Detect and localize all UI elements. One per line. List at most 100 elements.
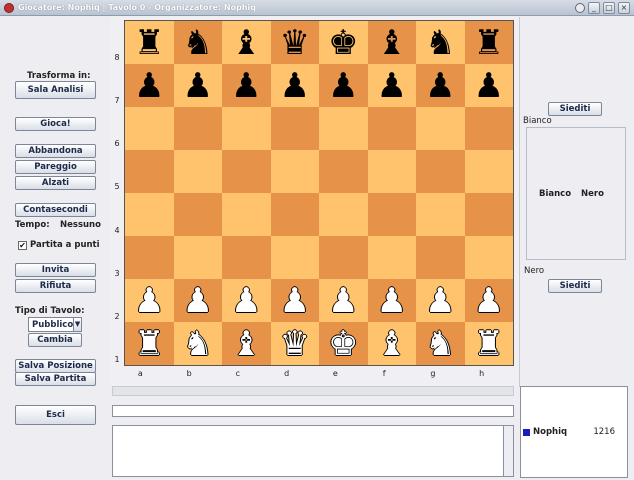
chess-piece-icon[interactable]: ♟: [134, 69, 164, 103]
sit-bottom-button[interactable]: Siediti: [548, 279, 602, 293]
square-e8[interactable]: ♚: [319, 21, 368, 64]
square-e1[interactable]: ♚: [319, 322, 368, 365]
square-e5[interactable]: [319, 150, 368, 193]
chess-piece-icon[interactable]: ♟: [231, 284, 261, 318]
chess-board[interactable]: ♜ ♞ ♝ ♛ ♚ ♝ ♞ ♜ ♟ ♟ ♟ ♟ ♟ ♟ ♟ ♟ ♟ ♟ ♟ ♟ ♟ ♟ ♟ ♟ ♜ ♞ ♝ ♛ ♚ ♝ ♞ ♜: [124, 20, 514, 366]
chess-piece-icon[interactable]: ♜: [474, 26, 504, 60]
invite-button[interactable]: Invita: [15, 263, 96, 277]
square-d3[interactable]: [270, 236, 319, 279]
square-h4[interactable]: [464, 193, 513, 236]
square-g8[interactable]: ♞: [416, 21, 465, 64]
play-button[interactable]: Gioca!: [15, 117, 96, 131]
square-a3[interactable]: [125, 236, 174, 279]
square-g2[interactable]: ♟: [416, 279, 465, 322]
square-c5[interactable]: [222, 150, 271, 193]
square-f8[interactable]: ♝: [367, 21, 416, 64]
square-f4[interactable]: [367, 193, 416, 236]
square-c2[interactable]: ♟: [222, 279, 271, 322]
chess-piece-icon[interactable]: ♛: [280, 26, 310, 60]
chess-piece-icon[interactable]: ♟: [377, 69, 407, 103]
square-h1[interactable]: ♜: [464, 322, 513, 365]
chess-piece-icon[interactable]: ♟: [474, 284, 504, 318]
square-b7[interactable]: ♟: [173, 64, 222, 107]
change-button[interactable]: Cambia: [28, 333, 82, 347]
square-g1[interactable]: ♞: [416, 322, 465, 365]
users-list[interactable]: Nophiq 1216: [520, 386, 628, 478]
square-a1[interactable]: ♜: [125, 322, 174, 365]
chess-piece-icon[interactable]: ♝: [231, 327, 261, 361]
square-c7[interactable]: ♟: [222, 64, 271, 107]
square-e3[interactable]: [319, 236, 368, 279]
square-d2[interactable]: ♟: [270, 279, 319, 322]
minimize-button[interactable]: _: [588, 1, 600, 14]
chess-piece-icon[interactable]: ♞: [425, 327, 455, 361]
stand-up-button[interactable]: Alzati: [15, 176, 96, 190]
square-h7[interactable]: ♟: [464, 64, 513, 107]
chess-piece-icon[interactable]: ♟: [183, 69, 213, 103]
chess-piece-icon[interactable]: ♝: [231, 26, 261, 60]
square-f2[interactable]: ♟: [367, 279, 416, 322]
rated-game-option[interactable]: ✔ Partita a punti: [18, 240, 100, 250]
chess-piece-icon[interactable]: ♞: [425, 26, 455, 60]
maximize-button[interactable]: □: [603, 1, 615, 14]
analysis-room-button[interactable]: Sala Analisi: [15, 81, 96, 99]
square-f1[interactable]: ♝: [367, 322, 416, 365]
chess-piece-icon[interactable]: ♟: [280, 69, 310, 103]
chess-piece-icon[interactable]: ♚: [328, 327, 358, 361]
square-b4[interactable]: [173, 193, 222, 236]
square-a7[interactable]: ♟: [125, 64, 174, 107]
square-e7[interactable]: ♟: [319, 64, 368, 107]
chess-piece-icon[interactable]: ♟: [328, 69, 358, 103]
square-c1[interactable]: ♝: [222, 322, 271, 365]
square-b3[interactable]: [173, 236, 222, 279]
user-row[interactable]: Nophiq 1216: [523, 427, 625, 437]
table-type-select[interactable]: Pubblico ▼: [28, 317, 82, 332]
chess-piece-icon[interactable]: ♟: [425, 284, 455, 318]
refuse-button[interactable]: Rifiuta: [15, 279, 96, 293]
save-game-button[interactable]: Salva Partita: [15, 372, 96, 386]
chess-piece-icon[interactable]: ♜: [474, 327, 504, 361]
square-e2[interactable]: ♟: [319, 279, 368, 322]
square-g6[interactable]: [416, 107, 465, 150]
square-d5[interactable]: [270, 150, 319, 193]
chess-piece-icon[interactable]: ♟: [134, 284, 164, 318]
square-g5[interactable]: [416, 150, 465, 193]
square-f6[interactable]: [367, 107, 416, 150]
square-d6[interactable]: [270, 107, 319, 150]
rated-game-checkbox[interactable]: ✔: [18, 240, 27, 250]
square-h6[interactable]: [464, 107, 513, 150]
exit-button[interactable]: Esci: [15, 405, 96, 425]
square-h2[interactable]: ♟: [464, 279, 513, 322]
square-g4[interactable]: [416, 193, 465, 236]
square-c8[interactable]: ♝: [222, 21, 271, 64]
chess-piece-icon[interactable]: ♟: [280, 284, 310, 318]
square-f5[interactable]: [367, 150, 416, 193]
draw-button[interactable]: Pareggio: [15, 160, 96, 174]
chess-piece-icon[interactable]: ♝: [377, 327, 407, 361]
chess-piece-icon[interactable]: ♛: [280, 327, 310, 361]
square-g7[interactable]: ♟: [416, 64, 465, 107]
square-f3[interactable]: [367, 236, 416, 279]
sit-top-button[interactable]: Siediti: [548, 102, 602, 116]
square-d1[interactable]: ♛: [270, 322, 319, 365]
square-c4[interactable]: [222, 193, 271, 236]
clock-button[interactable]: Contasecondi: [15, 203, 96, 217]
chess-piece-icon[interactable]: ♜: [134, 26, 164, 60]
square-a4[interactable]: [125, 193, 174, 236]
square-b1[interactable]: ♞: [173, 322, 222, 365]
chess-piece-icon[interactable]: ♟: [183, 284, 213, 318]
square-a5[interactable]: [125, 150, 174, 193]
square-e4[interactable]: [319, 193, 368, 236]
square-d8[interactable]: ♛: [270, 21, 319, 64]
close-button[interactable]: ×: [618, 1, 630, 14]
chat-input[interactable]: [112, 405, 514, 417]
chess-piece-icon[interactable]: ♝: [377, 26, 407, 60]
square-b6[interactable]: [173, 107, 222, 150]
square-a8[interactable]: ♜: [125, 21, 174, 64]
chess-piece-icon[interactable]: ♟: [377, 284, 407, 318]
chat-log[interactable]: [112, 425, 504, 477]
chat-scrollbar[interactable]: [504, 425, 514, 477]
square-b5[interactable]: [173, 150, 222, 193]
chevron-down-icon[interactable]: ▼: [73, 318, 81, 331]
chess-piece-icon[interactable]: ♜: [134, 327, 164, 361]
